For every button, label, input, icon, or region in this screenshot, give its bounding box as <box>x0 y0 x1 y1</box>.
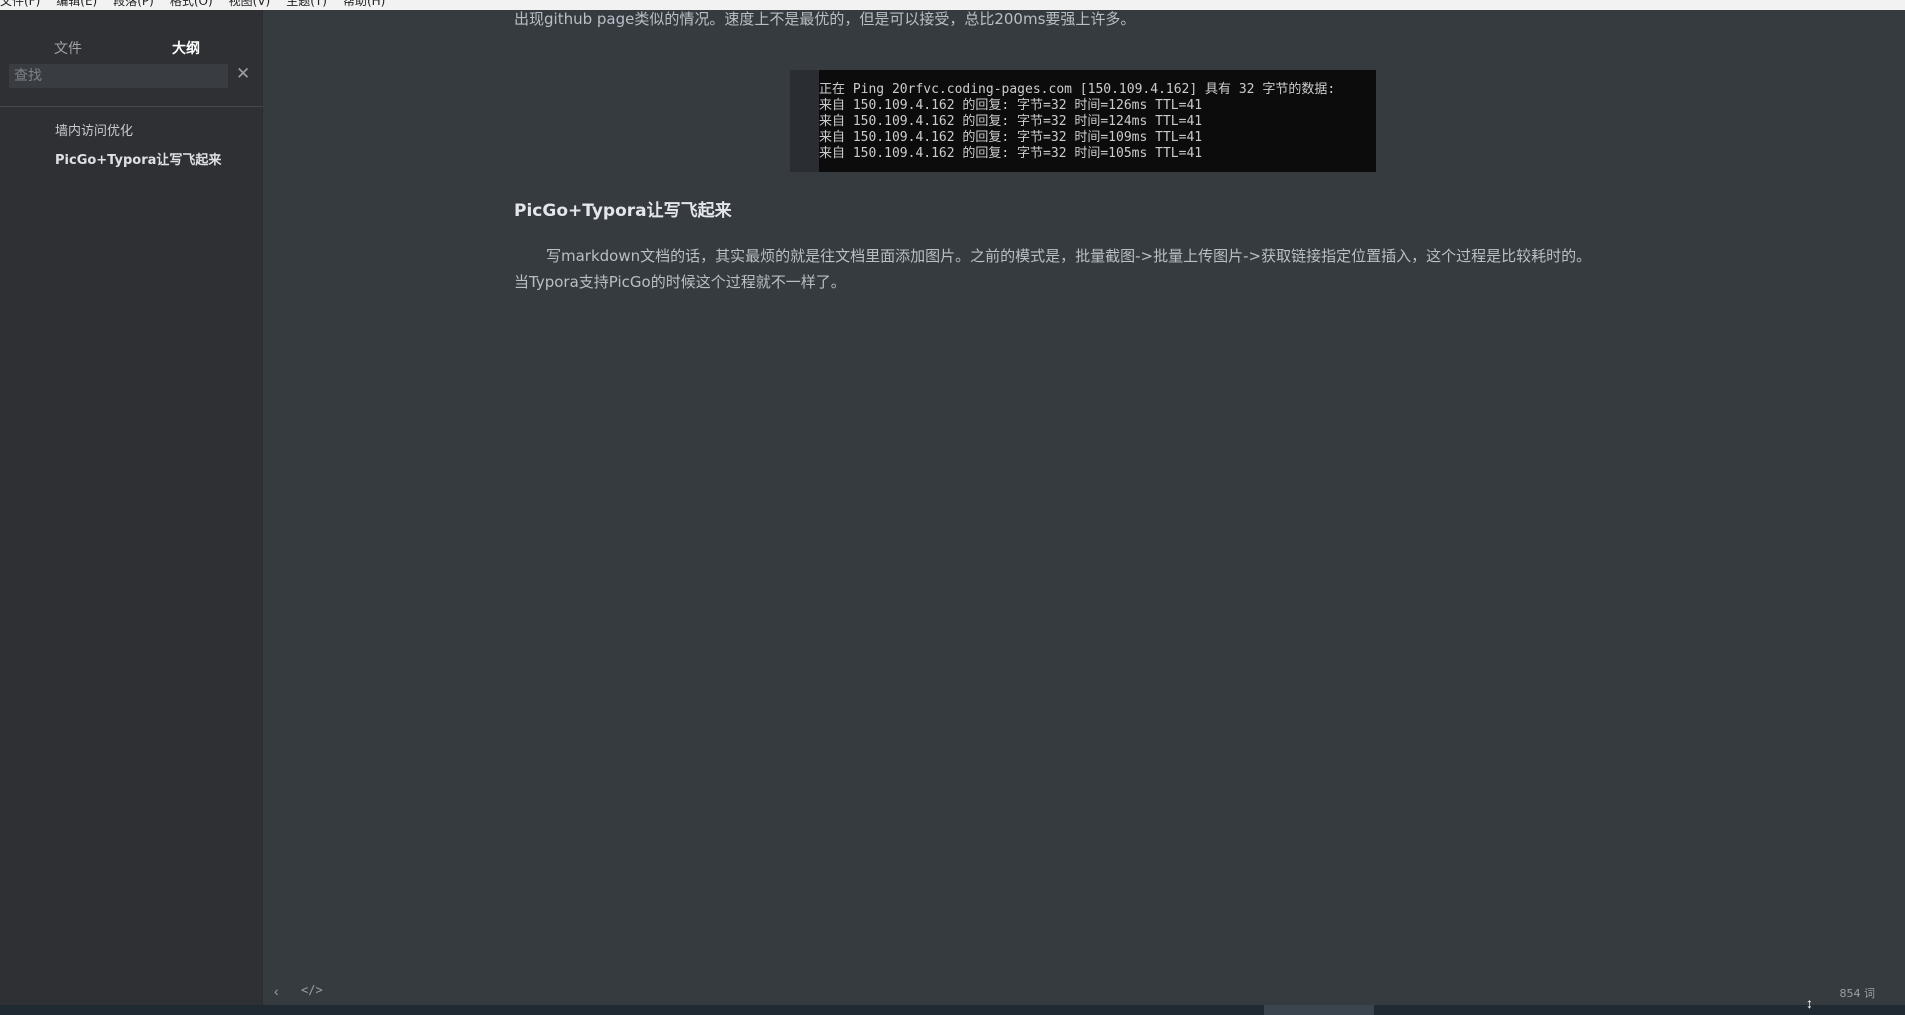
tab-outline[interactable]: 大纲 <box>172 38 200 58</box>
mouse-cursor-icon: ↕ <box>1806 995 1813 1011</box>
paragraph-text: 写markdown文档的话，其实最烦的就是往文档里面添加图片。之前的模式是，批量… <box>546 247 1592 265</box>
outline-item[interactable]: 墙内访问优化 <box>55 120 133 139</box>
menu-file[interactable]: 文件(F) <box>0 0 40 10</box>
paragraph[interactable]: 写markdown文档的话，其实最烦的就是往文档里面添加图片。之前的模式是，批量… <box>514 243 1714 295</box>
menu-paragraph[interactable]: 段落(P) <box>113 0 154 10</box>
paragraph[interactable]: 出现github page类似的情况。速度上不是最优的，但是可以接受，总比200… <box>514 6 1714 32</box>
divider <box>0 106 263 107</box>
close-icon[interactable]: ✕ <box>236 64 252 84</box>
taskbar-item[interactable] <box>1264 1005 1374 1015</box>
chevron-left-icon[interactable]: ‹ <box>274 983 279 999</box>
code-line: 来自 150.109.4.162 的回复: 字节=32 时间=124ms TTL… <box>819 114 1203 129</box>
code-line: 正在 Ping 20rfvc.coding-pages.com [150.109… <box>819 82 1336 97</box>
code-icon[interactable]: </> <box>301 983 323 997</box>
section-heading[interactable]: PicGo+Typora让写飞起来 <box>514 196 732 221</box>
taskbar <box>0 1005 1905 1015</box>
outline-item-active[interactable]: PicGo+Typora让写飞起来 <box>55 149 221 168</box>
tab-files[interactable]: 文件 <box>54 38 82 58</box>
menu-edit[interactable]: 编辑(E) <box>56 0 97 10</box>
code-line: 来自 150.109.4.162 的回复: 字节=32 时间=105ms TTL… <box>819 146 1203 161</box>
paragraph-text: 出现github page类似的情况。速度上不是最优的，但是可以接受，总比200… <box>514 10 1136 28</box>
code-line: 来自 150.109.4.162 的回复: 字节=32 时间=126ms TTL… <box>819 98 1203 113</box>
code-image: 正在 Ping 20rfvc.coding-pages.com [150.109… <box>819 70 1376 172</box>
paragraph-text: 当Typora支持PicGo的时候这个过程就不一样了。 <box>514 273 846 291</box>
sidebar-tabs: 文件 大纲 <box>0 24 263 69</box>
word-count[interactable]: 854 词 <box>1840 985 1876 1001</box>
sidebar: 文件 大纲 ✕ 墙内访问优化 PicGo+Typora让写飞起来 <box>0 10 263 1005</box>
code-block[interactable]: 正在 Ping 20rfvc.coding-pages.com [150.109… <box>790 70 1376 172</box>
code-line: 来自 150.109.4.162 的回复: 字节=32 时间=109ms TTL… <box>819 130 1203 145</box>
status-bar: ‹ </> 854 词 <box>264 980 1905 1005</box>
search-input[interactable] <box>9 64 228 88</box>
editor-area[interactable]: 出现github page类似的情况。速度上不是最优的，但是可以接受，总比200… <box>264 0 1905 1005</box>
menu-format[interactable]: 格式(O) <box>170 0 213 10</box>
